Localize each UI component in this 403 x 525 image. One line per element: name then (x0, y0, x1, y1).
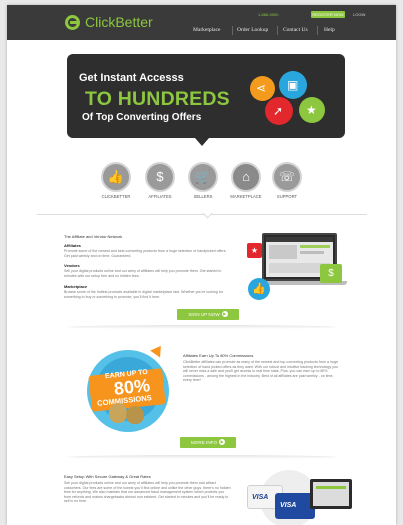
screen-block (269, 245, 297, 259)
phone-number: 1-866-0000 (258, 12, 279, 17)
category-clickbetter[interactable]: 👍 CLICKBETTER (99, 162, 133, 199)
more-info-label: MORE INFO (190, 440, 218, 445)
arrow-right-icon: ▶ (221, 311, 228, 318)
hero-banner-pointer (195, 138, 209, 146)
hero-headline-line2: TO HUNDREDS (85, 88, 230, 110)
category-label: SELLERS (193, 194, 213, 199)
store-icon: ⌂ (231, 162, 261, 192)
section3-title: Easy Setup With Secure Gateway & Great R… (64, 474, 151, 479)
clickbetter-logo-icon[interactable] (65, 15, 80, 30)
category-sellers[interactable]: 🛒 SELLERS (186, 162, 220, 199)
hero-headline-line3: Of Top Converting Offers (82, 112, 202, 123)
section1-marketplace-heading: Marketplace (64, 284, 88, 289)
sign-up-now-label: SIGN UP NOW (188, 312, 220, 317)
section3-text: Sell your digital products online and ou… (64, 481, 231, 504)
section-shadow-divider (67, 455, 337, 459)
screen-line (300, 251, 324, 254)
credit-card-icon: VISA (275, 493, 315, 519)
nav-contact-us[interactable]: Contact Us (283, 27, 308, 33)
headset-icon: ☏ (272, 162, 302, 192)
section-divider (37, 214, 367, 215)
arrow-right-icon: ▶ (219, 439, 226, 446)
register-button[interactable]: REGISTER NOW (311, 11, 345, 18)
section1-vendors-text: Sell your digital products online and ou… (64, 269, 222, 278)
thumbs-up-icon: 👍 (101, 162, 131, 192)
category-label: AFFILIATES (148, 194, 172, 199)
thumbs-up-tile-icon: 👍 (248, 278, 270, 300)
nav-help[interactable]: Help (324, 27, 335, 33)
screen-line (300, 245, 330, 248)
star-icon: ★ (299, 97, 325, 123)
category-affiliates[interactable]: $ AFFILIATES (143, 162, 177, 199)
money-bag-icon (126, 406, 144, 424)
section2-text: ClickBetter affiliates can promote as ma… (183, 360, 338, 383)
dollar-tile-icon: $ (320, 264, 342, 283)
section1-affiliates-heading: Affiliates (64, 243, 81, 248)
share-icon: ⋖ (250, 76, 275, 101)
category-label: SUPPORT (276, 194, 298, 199)
screen-line (316, 486, 346, 489)
visa-label: VISA (280, 502, 297, 509)
category-support[interactable]: ☏ SUPPORT (270, 162, 304, 199)
rocket-icon: ➚ (265, 97, 293, 125)
nav-separator (317, 26, 318, 35)
top-header: ClickBetter 1-866-0000 REGISTER NOW LOGI… (7, 5, 396, 40)
shopping-bag-icon: ▣ (279, 71, 307, 99)
cart-icon: 🛒 (188, 162, 218, 192)
section1-vendors-heading: Vendors (64, 263, 80, 268)
section2-title: Affiliates Earn Up To 80% Commissions (183, 353, 254, 358)
dollar-icon: $ (145, 162, 175, 192)
section-shadow-divider (67, 325, 337, 329)
laptop-screen-header (266, 237, 333, 242)
growth-arrow-icon (150, 342, 166, 358)
section1-title: The Affiliate and Vendor Network (64, 234, 123, 239)
nav-marketplace[interactable]: Marketplace (193, 27, 220, 33)
category-label: MARKETPLACE (230, 194, 262, 199)
nav-separator (232, 26, 233, 35)
star-tile-icon: ★ (247, 243, 262, 258)
sign-up-now-button[interactable]: SIGN UP NOW ▶ (177, 309, 239, 320)
category-marketplace[interactable]: ⌂ MARKETPLACE (229, 162, 263, 199)
divider-pointer (202, 208, 213, 219)
brand-logo-text[interactable]: ClickBetter (85, 14, 153, 30)
login-link[interactable]: LOGIN (353, 12, 365, 17)
more-info-button[interactable]: MORE INFO ▶ (180, 437, 236, 448)
hero-headline-line1: Get Instant Accesss (79, 72, 184, 84)
category-label: CLICKBETTER (101, 194, 131, 199)
visa-label: VISA (252, 494, 269, 501)
section1-affiliates-text: Promote some of the newest and best conv… (64, 249, 227, 258)
nav-order-lookup[interactable]: Order Lookup (237, 27, 268, 33)
nav-separator (277, 26, 278, 35)
section1-marketplace-text: Browse some of the hottest products avai… (64, 290, 223, 299)
money-bag-icon (109, 403, 127, 423)
page: ClickBetter 1-866-0000 REGISTER NOW LOGI… (7, 5, 396, 525)
